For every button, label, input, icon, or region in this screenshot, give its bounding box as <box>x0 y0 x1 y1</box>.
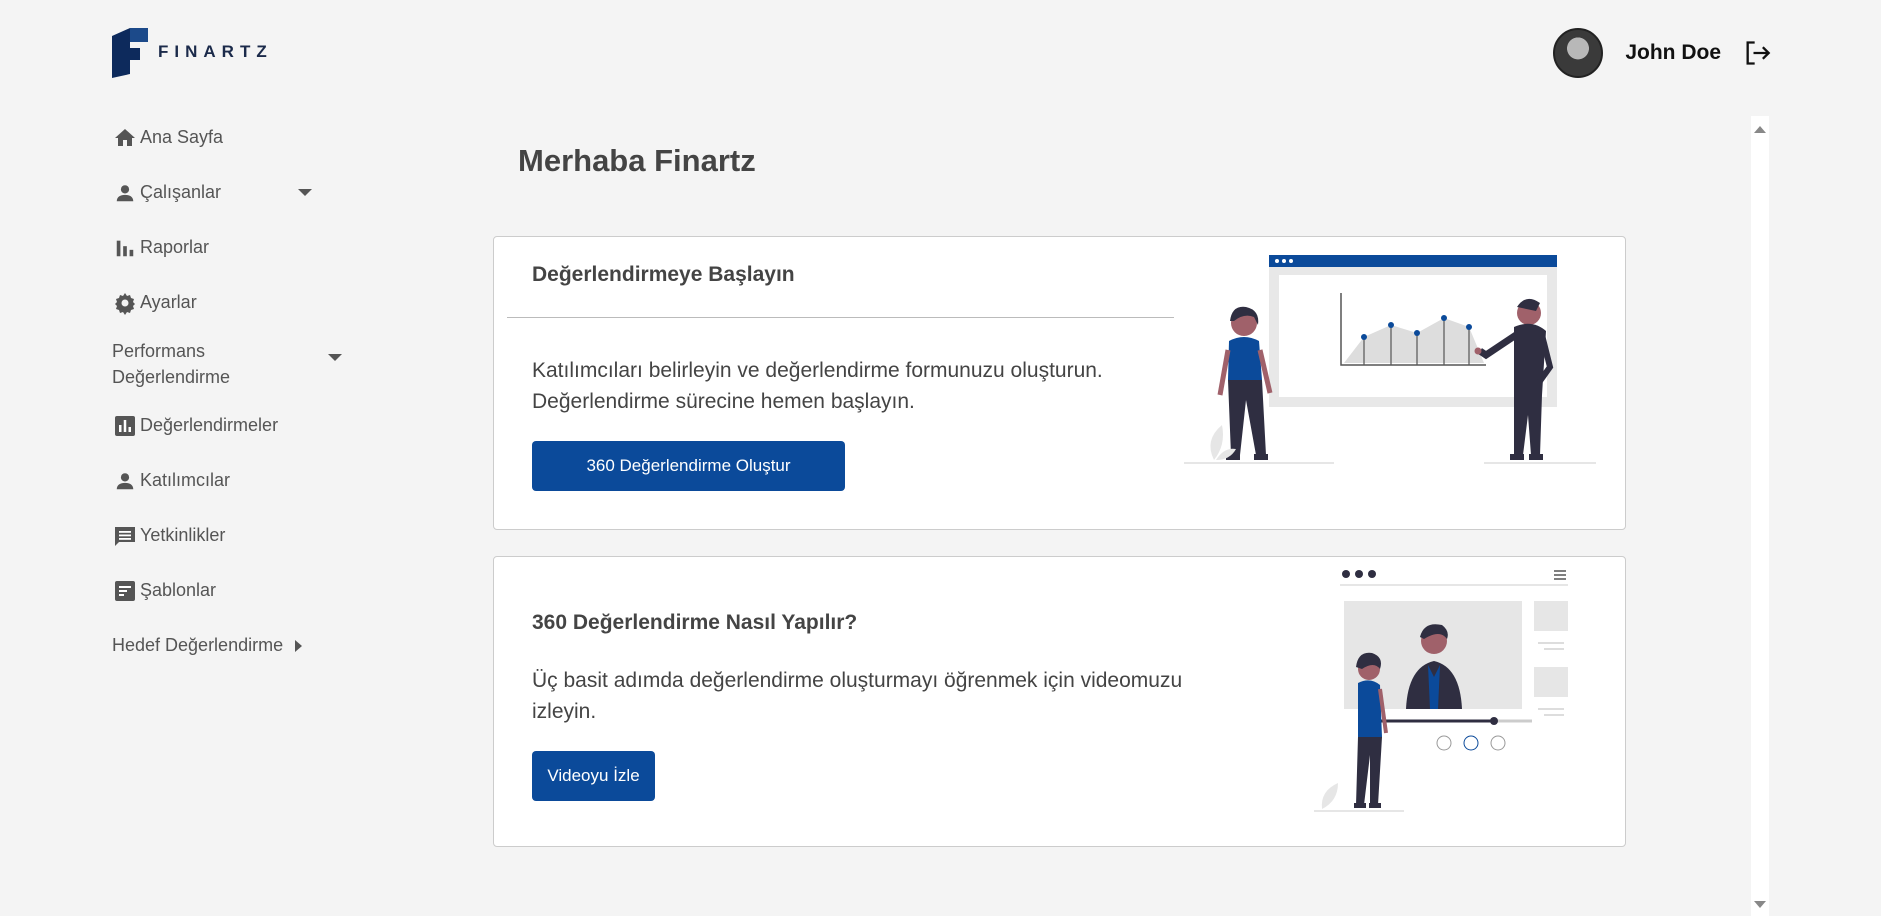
sidebar-item-sablonlar[interactable]: Şablonlar <box>112 563 342 618</box>
card-title: 360 Değerlendirme Nasıl Yapılır? <box>532 611 858 634</box>
chevron-right-icon <box>295 639 303 652</box>
card-text-line: Katılımcıları belirleyin ve değerlendirm… <box>532 359 1103 382</box>
sidebar-item-label: Raporlar <box>140 237 210 257</box>
start-evaluation-card: Değerlendirmeye Başlayın Katılımcıları b… <box>493 236 1626 530</box>
person-icon <box>112 468 138 494</box>
watch-video-button[interactable]: Videoyu İzle <box>532 751 655 801</box>
sidebar-item-label: Ana Sayfa <box>140 127 224 147</box>
logout-icon[interactable] <box>1743 39 1771 67</box>
comment-icon <box>112 523 138 549</box>
divider <box>507 317 1174 318</box>
sidebar-item-label: Çalışanlar <box>140 182 222 202</box>
chevron-down-icon <box>328 354 342 361</box>
sidebar-item-degerlendirmeler[interactable]: Değerlendirmeler <box>112 398 342 453</box>
user-name: John Doe <box>1625 41 1721 64</box>
sidebar-item-ayarlar[interactable]: Ayarlar <box>112 275 342 330</box>
scroll-down-icon[interactable] <box>1754 901 1766 908</box>
sidebar: Ana Sayfa Çalışanlar Raporlar Ayarlar Pe… <box>112 110 342 673</box>
user-menu: John Doe <box>1553 28 1771 78</box>
template-icon <box>112 578 138 604</box>
scrollbar[interactable] <box>1751 116 1769 916</box>
home-icon <box>112 125 138 151</box>
sidebar-item-label: Değerlendirmeler <box>140 415 279 435</box>
sidebar-item-label: Ayarlar <box>140 292 197 312</box>
sidebar-item-raporlar[interactable]: Raporlar <box>112 220 342 275</box>
bar-chart-icon <box>112 235 138 261</box>
video-illustration <box>1314 570 1568 812</box>
card-text-line: izleyin. <box>532 700 597 723</box>
sidebar-item-label: Katılımcılar <box>140 470 231 490</box>
how-to-card: 360 Değerlendirme Nasıl Yapılır? Üç basi… <box>493 556 1626 847</box>
sidebar-item-calisanlar[interactable]: Çalışanlar <box>112 165 342 220</box>
card-text-line: Değerlendirme sürecine hemen başlayın. <box>532 390 915 413</box>
create-360-evaluation-button[interactable]: 360 Değerlendirme Oluştur <box>532 441 845 491</box>
person-icon <box>112 180 138 206</box>
finartz-logo-icon <box>112 28 148 78</box>
page-title: Merhaba Finartz <box>518 143 756 178</box>
sidebar-item-ana-sayfa[interactable]: Ana Sayfa <box>112 110 342 165</box>
sidebar-group-performans[interactable]: Performans Değerlendirme <box>112 330 342 398</box>
gear-icon <box>112 290 138 316</box>
sidebar-item-label: Şablonlar <box>140 580 217 600</box>
analytics-icon <box>112 413 138 439</box>
sidebar-item-katilimcilar[interactable]: Katılımcılar <box>112 453 342 508</box>
logo[interactable]: FINARTZ <box>110 26 273 78</box>
avatar[interactable] <box>1553 28 1604 78</box>
sidebar-item-hedef[interactable]: Hedef Değerlendirme <box>112 618 342 673</box>
sidebar-item-yetkinlikler[interactable]: Yetkinlikler <box>112 508 342 563</box>
card-text-line: Üç basit adımda değerlendirme oluşturmay… <box>532 669 1183 692</box>
presentation-illustration <box>1184 255 1596 464</box>
sidebar-group-label: Performans Değerlendirme <box>112 341 231 387</box>
chevron-down-icon <box>298 189 312 196</box>
logo-text: FINARTZ <box>158 42 273 61</box>
scroll-up-icon[interactable] <box>1754 126 1766 133</box>
sidebar-item-label: Yetkinlikler <box>140 525 226 545</box>
sidebar-item-label: Hedef Değerlendirme <box>112 635 284 655</box>
card-title: Değerlendirmeye Başlayın <box>532 263 795 286</box>
